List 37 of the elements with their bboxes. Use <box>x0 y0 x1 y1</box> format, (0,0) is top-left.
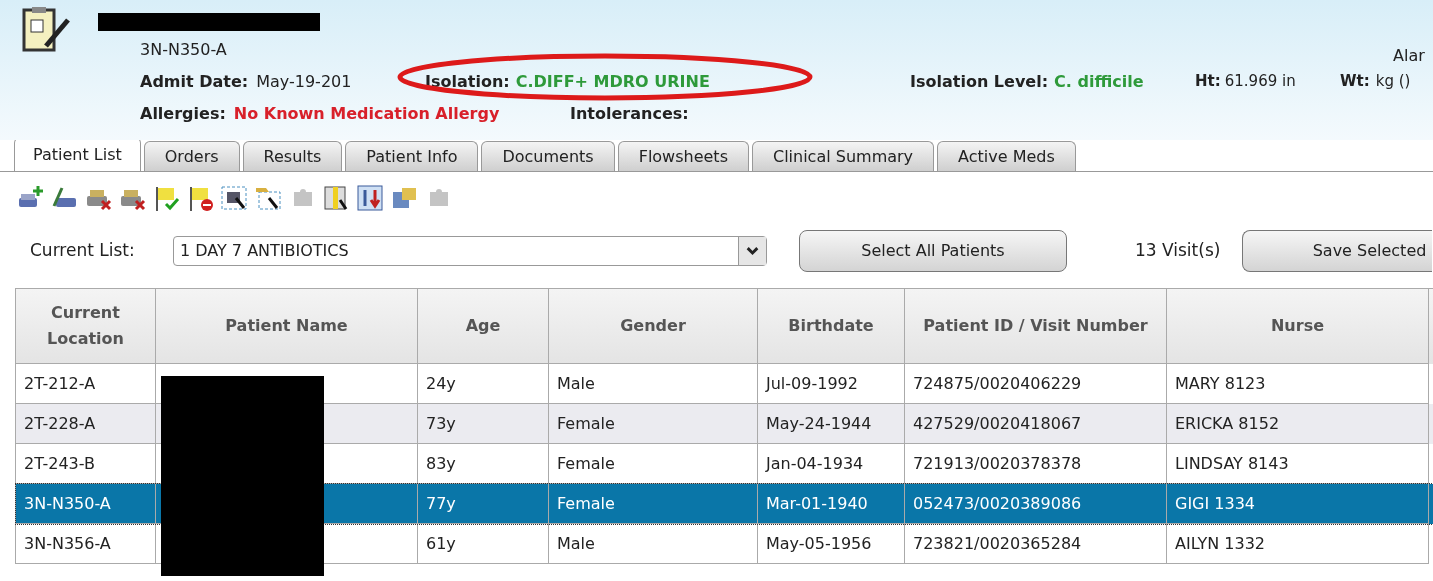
table-cell: Male <box>549 524 758 564</box>
sort-icon[interactable] <box>356 184 384 212</box>
visit-count: 13 Visit(s) <box>1135 239 1221 263</box>
table-cell: AILYN 1332 <box>1167 524 1429 564</box>
tab[interactable]: Patient Info <box>345 141 479 171</box>
tab[interactable]: Documents <box>481 141 615 171</box>
allergies-value: No Known Medication Allergy <box>233 103 500 125</box>
user-name: Alar <box>1393 45 1425 67</box>
weight-value: kg () <box>1375 71 1411 92</box>
tab[interactable]: Orders <box>143 141 240 171</box>
tab[interactable]: Flowsheets <box>617 141 749 171</box>
select-all-button[interactable]: Select All Patients <box>799 230 1067 272</box>
admit-date: May-19-201 <box>256 71 352 93</box>
height-label: Ht: <box>1195 71 1221 92</box>
patient-location: 3N-N350-A <box>140 39 227 61</box>
table-cell: 3N-N356-A <box>16 524 156 564</box>
clipboard-icon <box>22 6 72 54</box>
grid-icon[interactable] <box>322 184 350 212</box>
intolerances-label: Intolerances: <box>570 103 689 125</box>
table-cell: 723821/0020365284 <box>905 524 1167 564</box>
isolation-level-label: Isolation Level: <box>910 71 1049 93</box>
isolation-value: C.DIFF+ MDRO URINE <box>515 71 710 93</box>
tab[interactable]: Results <box>242 141 343 171</box>
table-cell: May-05-1956 <box>758 524 905 564</box>
admit-date-label: Admit Date: <box>140 71 249 93</box>
table-cell: 61y <box>418 524 549 564</box>
isolation-label: Isolation: <box>425 71 510 93</box>
list-dropdown[interactable]: 1 DAY 7 ANTIBIOTICS <box>173 236 767 266</box>
tab[interactable]: Active Meds <box>937 141 1076 171</box>
window-icon[interactable] <box>220 184 248 212</box>
current-list-label: Current List: <box>30 239 136 263</box>
allergies-label: Allergies: <box>140 103 226 125</box>
weight-label: Wt: <box>1340 71 1370 92</box>
isolation-level-value: C. difficile <box>1054 71 1144 93</box>
tab[interactable]: Clinical Summary <box>751 141 935 171</box>
save-selected-button[interactable]: Save Selected <box>1242 230 1433 272</box>
height-value: 61.969 in <box>1224 71 1296 92</box>
